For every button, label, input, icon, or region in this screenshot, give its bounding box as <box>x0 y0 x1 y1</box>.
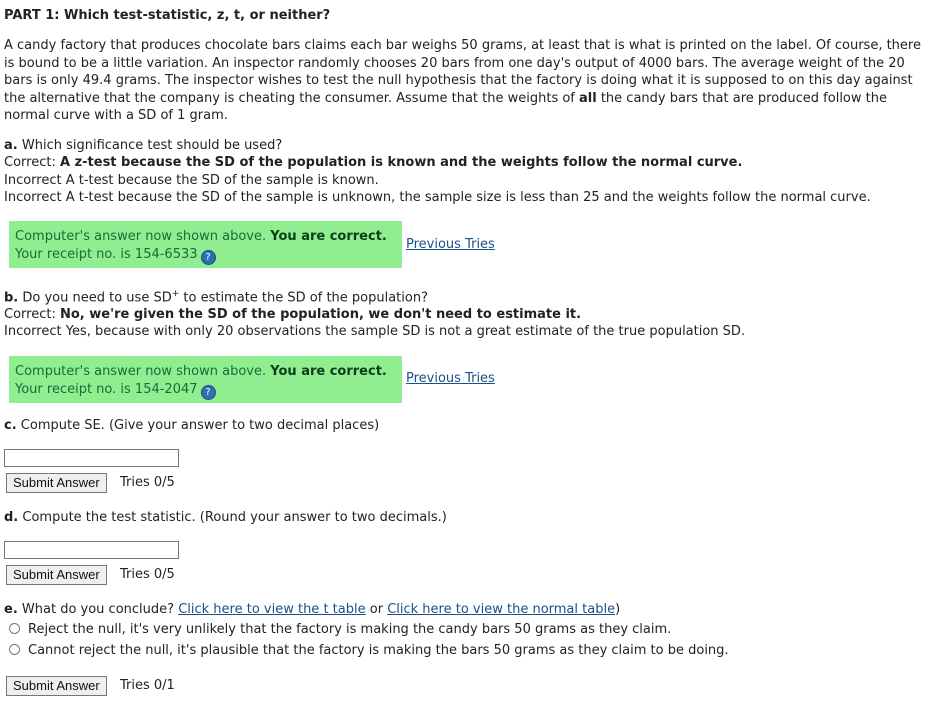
part-b-status-text: Computer's answer now shown above. <box>15 364 267 379</box>
problem-statement: A candy factory that produces chocolate … <box>4 37 924 125</box>
option-cannot-reject-null[interactable]: Cannot reject the null, it's plausible t… <box>9 643 729 658</box>
problem-bold-word: all <box>579 90 597 106</box>
part-a-status-text: Computer's answer now shown above. <box>15 229 267 244</box>
part-c-submit-button[interactable]: Submit Answer <box>6 473 107 493</box>
or-text: or <box>369 602 384 617</box>
part-a-question-text: Which significance test should be used? <box>21 138 283 153</box>
part-d-question-text: Compute the test statistic. (Round your … <box>22 510 447 525</box>
radio-cannot-reject-null[interactable] <box>9 644 20 655</box>
part-a-receipt: Your receipt no. is 154-6533 <box>15 247 198 262</box>
part-c-answer-input[interactable] <box>4 449 179 467</box>
help-icon[interactable]: ? <box>200 385 216 400</box>
part-d-answer-input[interactable] <box>4 541 179 559</box>
part-b-correct-prefix: Correct: <box>4 307 56 322</box>
part-a-label: a. <box>4 138 18 153</box>
part-e-question-text: What do you conclude? <box>21 602 175 617</box>
part-b-question-text-1: Do you need to use SD <box>22 290 172 306</box>
part-d-label: d. <box>4 510 19 525</box>
radio-reject-null[interactable] <box>9 623 20 634</box>
part-b-correct-text: No, we're given the SD of the population… <box>59 307 582 322</box>
help-icon[interactable]: ? <box>200 250 216 265</box>
part-b-question-text-2: to estimate the SD of the population? <box>179 290 428 306</box>
part-a-previous-tries-link[interactable]: Previous Tries <box>406 237 495 252</box>
part-a-receipt-line: Your receipt no. is 154-6533? <box>15 246 402 265</box>
part-a-incorrect-2: Incorrect A t-test because the SD of the… <box>4 190 871 205</box>
part-e-submit-button[interactable]: Submit Answer <box>6 676 107 696</box>
part-c-question: c. Compute SE. (Give your answer to two … <box>4 418 379 433</box>
part-d-question: d. Compute the test statistic. (Round yo… <box>4 510 447 525</box>
part-b-previous-tries-link[interactable]: Previous Tries <box>406 371 495 386</box>
part-b-label: b. <box>4 290 19 306</box>
part-a-status-box: Computer's answer now shown above. You a… <box>9 221 402 268</box>
option-cannot-reject-null-label: Cannot reject the null, it's plausible t… <box>28 643 729 658</box>
part-c-question-text: Compute SE. (Give your answer to two dec… <box>20 418 380 433</box>
part-a-incorrect-1: Incorrect A t-test because the SD of the… <box>4 173 379 188</box>
close-paren: ) <box>615 602 621 617</box>
part-d-submit-button[interactable]: Submit Answer <box>6 565 107 585</box>
part-b-question: b. Do you need to use SD+ to estimate th… <box>4 289 428 305</box>
option-reject-null-label: Reject the null, it's very unlikely that… <box>28 622 672 637</box>
option-reject-null[interactable]: Reject the null, it's very unlikely that… <box>9 622 671 637</box>
part-a-correct: Correct: A z-test because the SD of the … <box>4 155 742 170</box>
part-e-tries: Tries 0/1 <box>120 678 175 693</box>
part-b-receipt: Your receipt no. is 154-2047 <box>15 382 198 397</box>
part-e-question: e. What do you conclude? Click here to v… <box>4 602 620 617</box>
t-table-link[interactable]: Click here to view the t table <box>178 602 365 617</box>
part-b-receipt-line: Your receipt no. is 154-2047? <box>15 381 402 400</box>
part-title: PART 1: Which test-statistic, z, t, or n… <box>4 8 331 23</box>
part-a-question: a. Which significance test should be use… <box>4 138 282 153</box>
part-b-incorrect-1: Incorrect Yes, because with only 20 obse… <box>4 324 746 339</box>
part-a-status-strong: You are correct. <box>270 229 387 244</box>
part-b-status-box: Computer's answer now shown above. You a… <box>9 356 402 403</box>
part-b-status-line: Computer's answer now shown above. You a… <box>15 363 402 381</box>
part-c-label: c. <box>4 418 17 433</box>
part-b-status-strong: You are correct. <box>270 364 387 379</box>
part-d-tries: Tries 0/5 <box>120 567 175 582</box>
part-a-correct-text: A z-test because the SD of the populatio… <box>59 155 743 170</box>
normal-table-link[interactable]: Click here to view the normal table <box>387 602 615 617</box>
part-b-correct: Correct: No, we're given the SD of the p… <box>4 307 581 322</box>
part-a-status-line: Computer's answer now shown above. You a… <box>15 228 402 246</box>
part-a-correct-prefix: Correct: <box>4 155 56 170</box>
part-e-label: e. <box>4 602 18 617</box>
part-c-tries: Tries 0/5 <box>120 475 175 490</box>
